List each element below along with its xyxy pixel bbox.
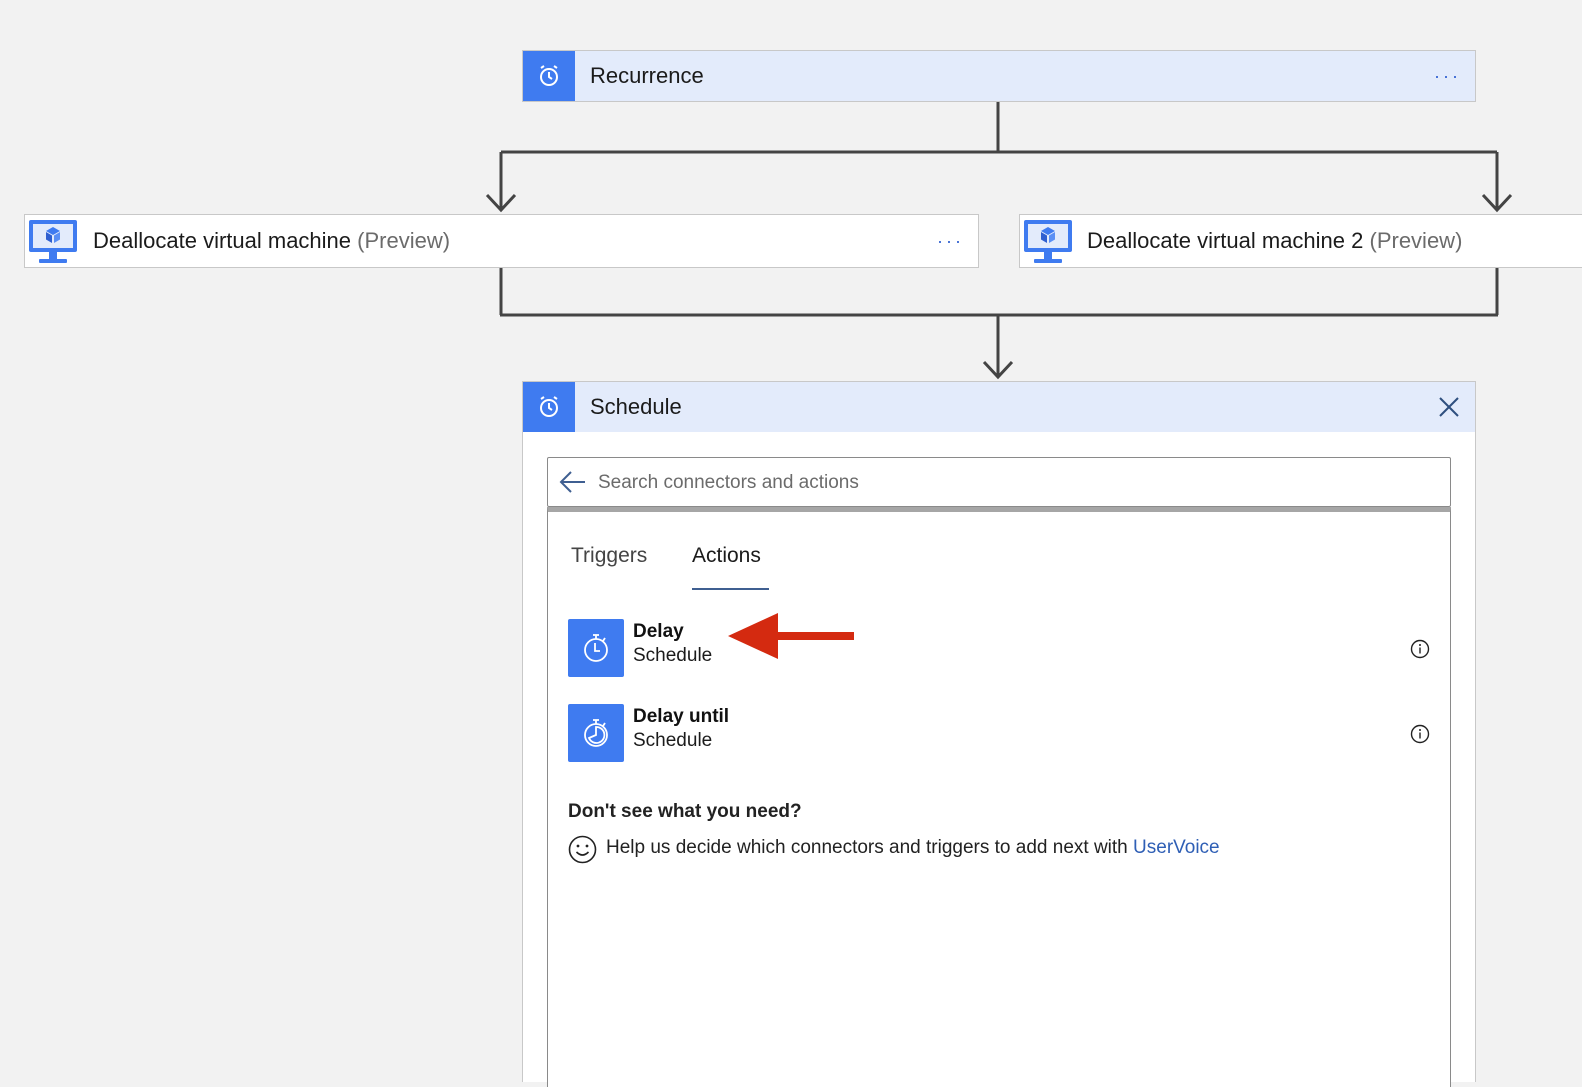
schedule-panel-header: Schedule: [522, 381, 1476, 433]
help-text-body: Help us decide which connectors and trig…: [606, 837, 1128, 858]
info-icon[interactable]: [1410, 639, 1430, 659]
deallocate-vm-card[interactable]: Deallocate virtual machine (Preview) ···: [24, 214, 979, 268]
deallocate-vm-2-card[interactable]: Deallocate virtual machine 2 (Preview): [1019, 214, 1582, 268]
vm1-title-text: Deallocate virtual machine: [93, 228, 352, 253]
search-box: [547, 457, 1451, 508]
stopwatch-until-icon: [568, 704, 624, 762]
vm1-preview-badge: (Preview): [357, 228, 451, 253]
vm2-preview-badge: (Preview): [1369, 228, 1463, 253]
action-delay-connector: Schedule: [633, 645, 713, 666]
back-arrow-icon[interactable]: [559, 469, 587, 495]
recurrence-card[interactable]: Recurrence ···: [522, 50, 1476, 102]
search-input[interactable]: [596, 458, 1440, 508]
action-delay[interactable]: Delay Schedule: [568, 619, 1430, 677]
annotation-arrow: [728, 613, 854, 659]
stopwatch-icon: [568, 619, 624, 677]
action-delay-until-connector: Schedule: [633, 730, 713, 751]
action-delay-until-name: Delay until: [633, 706, 730, 727]
uservoice-link[interactable]: UserVoice: [1133, 837, 1220, 858]
schedule-title: Schedule: [590, 394, 682, 419]
alarm-clock-icon: [523, 382, 575, 432]
vm2-title: Deallocate virtual machine 2 (Preview): [1087, 215, 1462, 267]
help-text: Help us decide which connectors and trig…: [606, 837, 1220, 859]
smiley-icon: [568, 835, 597, 864]
tab-triggers[interactable]: Triggers: [571, 544, 647, 568]
virtual-machine-icon: [1024, 220, 1072, 263]
vm1-title: Deallocate virtual machine (Preview): [93, 215, 450, 267]
help-title: Don't see what you need?: [568, 801, 802, 822]
recurrence-title: Recurrence: [590, 63, 704, 88]
vm2-title-text: Deallocate virtual machine 2: [1087, 228, 1364, 253]
vm1-more-button[interactable]: ···: [937, 215, 964, 267]
tab-actions-underline: [692, 588, 769, 590]
action-delay-until[interactable]: Delay until Schedule: [568, 704, 1430, 762]
results-pane: [547, 507, 1451, 1087]
recurrence-more-button[interactable]: ···: [1434, 51, 1461, 101]
virtual-machine-icon: [29, 220, 77, 263]
action-delay-name: Delay: [633, 621, 684, 642]
info-icon[interactable]: [1410, 724, 1430, 744]
tab-actions[interactable]: Actions: [692, 544, 761, 568]
close-icon[interactable]: [1437, 395, 1461, 419]
alarm-clock-icon: [523, 51, 575, 101]
